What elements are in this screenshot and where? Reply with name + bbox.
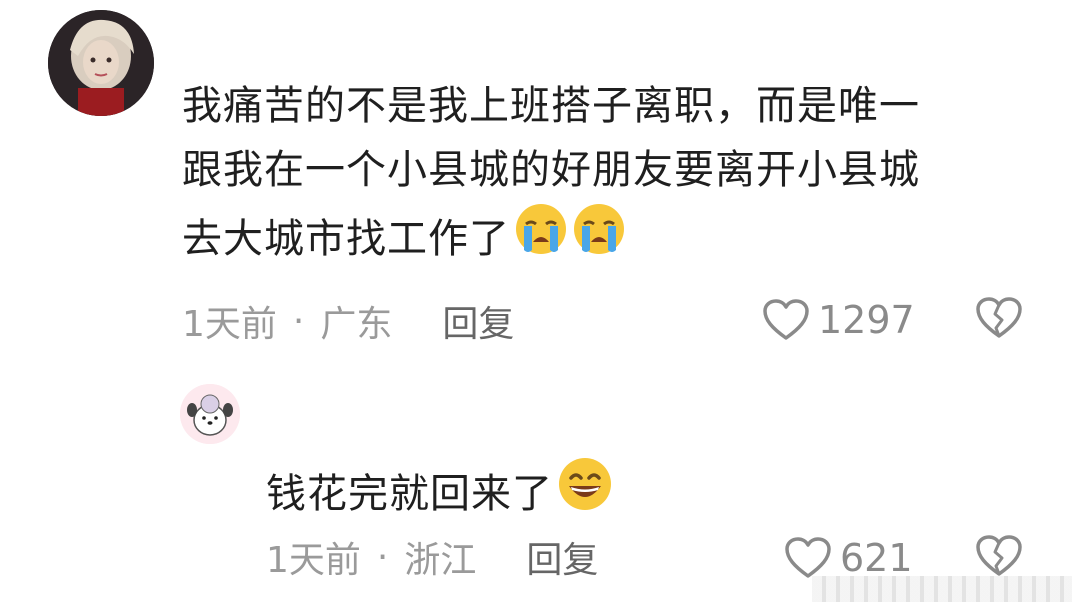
avatar-puppy-icon: [180, 384, 240, 444]
comment-text-line: 钱花完就回来了: [266, 456, 1026, 531]
loudly-crying-face-icon: [572, 202, 626, 275]
comment-text-line: 跟我在一个小县城的好朋友要离开小县城: [182, 147, 920, 193]
comment-time: 1天前: [266, 540, 361, 581]
comment-text-line: 去大城市找工作了: [182, 202, 1042, 275]
comment-location: 浙江: [404, 540, 477, 581]
loudly-crying-face-icon: [514, 202, 568, 275]
meta-separator: ·: [376, 536, 389, 578]
avatar[interactable]: [48, 10, 154, 116]
avatar-portrait-icon: [48, 10, 154, 116]
heart-icon: [763, 299, 809, 340]
comment-meta: 1天前 · 广东 回复: [182, 296, 514, 346]
grinning-face-icon: [557, 456, 613, 531]
broken-heart-icon: [976, 535, 1022, 576]
comment-location: 广东: [320, 304, 393, 345]
dislike-button[interactable]: [975, 296, 1023, 344]
reply-button[interactable]: 回复: [442, 295, 514, 347]
comment-item: 我痛苦的不是我上班搭子离职，而是唯一 跟我在一个小县城的好朋友要离开小县城 去大…: [0, 0, 1080, 360]
heart-icon: [785, 537, 831, 578]
comment-text: 我痛苦的不是我上班搭子离职，而是唯一 跟我在一个小县城的好朋友要离开小县城 去大…: [182, 74, 1042, 275]
comment-meta: 1天前 · 浙江 回复: [266, 532, 598, 582]
meta-separator: ·: [292, 300, 305, 342]
dislike-button[interactable]: [975, 534, 1023, 582]
like-count: 621: [840, 536, 913, 580]
comment-text-fragment: 去大城市找工作了: [182, 215, 510, 262]
watermark: [812, 576, 1072, 602]
avatar[interactable]: [180, 384, 240, 444]
comment-text-fragment: 钱花完就回来了: [266, 470, 553, 517]
like-button[interactable]: 1297: [762, 294, 915, 346]
like-count: 1297: [818, 298, 915, 342]
reply-comment-item: 钱花完就回来了 1天前 · 浙江 回复 621: [0, 360, 1080, 612]
broken-heart-icon: [976, 297, 1022, 338]
comment-text-line: 我痛苦的不是我上班搭子离职，而是唯一: [182, 83, 920, 129]
reply-button[interactable]: 回复: [526, 531, 598, 583]
comment-time: 1天前: [182, 304, 277, 345]
comment-text: 钱花完就回来了: [266, 456, 1026, 531]
